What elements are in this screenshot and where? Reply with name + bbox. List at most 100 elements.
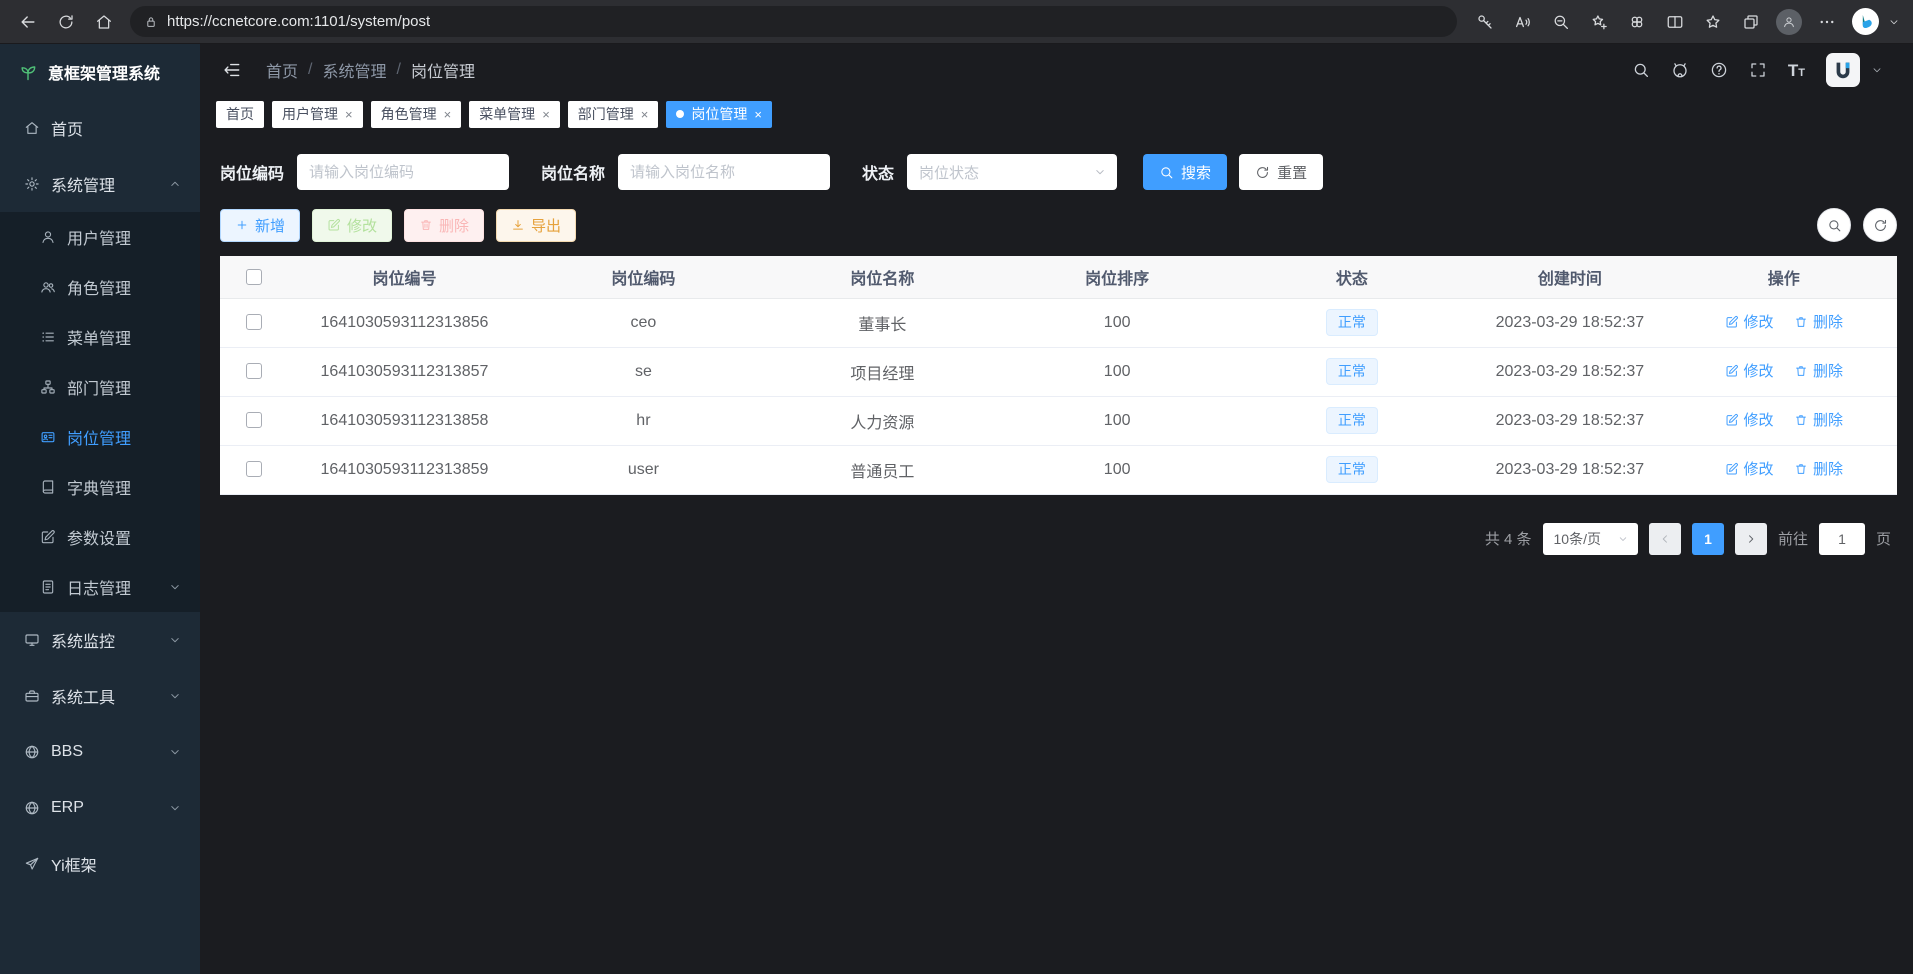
sidebar-item-roles[interactable]: 角色管理 bbox=[0, 262, 200, 312]
sidebar-toggle[interactable] bbox=[214, 53, 250, 87]
read-aloud-button[interactable] bbox=[1505, 5, 1541, 39]
sidebar-item-label: 岗位管理 bbox=[67, 425, 131, 449]
sidebar-item-home[interactable]: 首页 bbox=[0, 100, 200, 156]
sidebar-item-logs[interactable]: 日志管理 bbox=[0, 562, 200, 612]
table-row[interactable]: 1641030593112313859 user 普通员工 100 正常 202… bbox=[220, 445, 1897, 494]
tab-roles[interactable]: 角色管理 × bbox=[371, 101, 462, 128]
sidebar-item-bbs[interactable]: BBS bbox=[0, 724, 200, 780]
add-favorite-button[interactable] bbox=[1581, 5, 1617, 39]
row-delete-button[interactable]: 删除 bbox=[1794, 360, 1843, 381]
password-key-button[interactable] bbox=[1467, 5, 1503, 39]
add-button[interactable]: 新增 bbox=[220, 209, 300, 242]
collections-button[interactable] bbox=[1733, 5, 1769, 39]
post-code-input[interactable] bbox=[297, 154, 509, 190]
avatar[interactable] bbox=[1826, 53, 1860, 87]
zoom-out-button[interactable] bbox=[1543, 5, 1579, 39]
header-search-button[interactable] bbox=[1632, 61, 1650, 79]
profile-icon bbox=[1776, 9, 1802, 35]
cell-post-sort: 100 bbox=[1000, 445, 1235, 494]
row-edit-button[interactable]: 修改 bbox=[1725, 458, 1774, 479]
close-icon[interactable]: × bbox=[542, 108, 550, 121]
copilot-dropdown[interactable] bbox=[1885, 5, 1903, 39]
row-edit-button[interactable]: 修改 bbox=[1725, 311, 1774, 332]
row-delete-button[interactable]: 删除 bbox=[1794, 409, 1843, 430]
row-edit-button[interactable]: 修改 bbox=[1725, 360, 1774, 381]
help-button[interactable] bbox=[1710, 61, 1728, 79]
status-select[interactable]: 岗位状态 bbox=[907, 154, 1117, 190]
row-checkbox[interactable] bbox=[246, 461, 262, 477]
sidebar-item-tools[interactable]: 系统工具 bbox=[0, 668, 200, 724]
edit-button[interactable]: 修改 bbox=[312, 209, 392, 242]
fullscreen-button[interactable] bbox=[1749, 61, 1767, 79]
font-size-button[interactable]: TT bbox=[1788, 62, 1805, 79]
tabs-bar: 首页 用户管理 × 角色管理 × 菜单管理 × 部门管理 × 岗位管理 × bbox=[200, 96, 1913, 138]
favorites-button[interactable] bbox=[1695, 5, 1731, 39]
close-icon[interactable]: × bbox=[754, 108, 762, 121]
row-delete-button[interactable]: 删除 bbox=[1794, 311, 1843, 332]
sidebar-item-posts[interactable]: 岗位管理 bbox=[0, 412, 200, 462]
row-edit-button[interactable]: 修改 bbox=[1725, 409, 1774, 430]
filter-label: 岗位编码 bbox=[220, 160, 284, 184]
edit-icon bbox=[1725, 413, 1739, 427]
tab-home[interactable]: 首页 bbox=[216, 101, 264, 128]
show-search-button[interactable] bbox=[1817, 208, 1851, 242]
search-icon bbox=[1159, 165, 1174, 180]
close-icon[interactable]: × bbox=[641, 108, 649, 121]
sidebar-item-parameters[interactable]: 参数设置 bbox=[0, 512, 200, 562]
sidebar-item-users[interactable]: 用户管理 bbox=[0, 212, 200, 262]
prev-page-button[interactable] bbox=[1649, 523, 1681, 555]
export-button[interactable]: 导出 bbox=[496, 209, 576, 242]
sidebar-item-menus[interactable]: 菜单管理 bbox=[0, 312, 200, 362]
row-checkbox[interactable] bbox=[246, 363, 262, 379]
user-menu-caret[interactable] bbox=[1871, 64, 1883, 76]
search-button[interactable]: 搜索 bbox=[1143, 154, 1227, 190]
reload-button[interactable] bbox=[48, 5, 84, 39]
row-delete-button[interactable]: 删除 bbox=[1794, 458, 1843, 479]
github-button[interactable] bbox=[1671, 61, 1689, 79]
table-row[interactable]: 1641030593112313858 hr 人力资源 100 正常 2023-… bbox=[220, 396, 1897, 445]
active-tab-dot bbox=[676, 110, 684, 118]
page-number-button[interactable]: 1 bbox=[1692, 523, 1724, 555]
next-page-button[interactable] bbox=[1735, 523, 1767, 555]
send-icon bbox=[24, 856, 40, 872]
split-screen-button[interactable] bbox=[1657, 5, 1693, 39]
sidebar-item-yi-framework[interactable]: Yi框架 bbox=[0, 836, 200, 892]
row-checkbox[interactable] bbox=[246, 412, 262, 428]
sidebar-item-label: 日志管理 bbox=[67, 575, 131, 599]
gear-icon bbox=[24, 176, 40, 192]
close-icon[interactable]: × bbox=[345, 108, 353, 121]
refresh-table-button[interactable] bbox=[1863, 208, 1897, 242]
sidebar-item-monitor[interactable]: 系统监控 bbox=[0, 612, 200, 668]
tab-departments[interactable]: 部门管理 × bbox=[568, 101, 659, 128]
select-all-checkbox[interactable] bbox=[246, 269, 262, 285]
breadcrumb-system[interactable]: 系统管理 bbox=[322, 58, 386, 82]
sidebar-item-erp[interactable]: ERP bbox=[0, 780, 200, 836]
browser-home-button[interactable] bbox=[86, 5, 122, 39]
extensions-button[interactable] bbox=[1619, 5, 1655, 39]
address-bar[interactable]: https://ccnetcore.com:1101/system/post bbox=[130, 6, 1457, 37]
tab-posts[interactable]: 岗位管理 × bbox=[666, 101, 772, 128]
search-icon bbox=[1632, 61, 1650, 79]
sidebar-item-dictionary[interactable]: 字典管理 bbox=[0, 462, 200, 512]
reset-button[interactable]: 重置 bbox=[1239, 154, 1323, 190]
breadcrumb-home[interactable]: 首页 bbox=[266, 58, 298, 82]
export-icon bbox=[511, 218, 525, 232]
sidebar-item-system[interactable]: 系统管理 bbox=[0, 156, 200, 212]
filter-post-name: 岗位名称 bbox=[541, 154, 830, 190]
row-checkbox[interactable] bbox=[246, 314, 262, 330]
goto-page-input[interactable] bbox=[1819, 523, 1865, 555]
browser-more-button[interactable] bbox=[1809, 5, 1845, 39]
profile-button[interactable] bbox=[1771, 5, 1807, 39]
close-icon[interactable]: × bbox=[444, 108, 452, 121]
copilot-button[interactable] bbox=[1847, 5, 1883, 39]
post-name-input[interactable] bbox=[618, 154, 830, 190]
page-size-select[interactable]: 10条/页 bbox=[1543, 523, 1638, 555]
delete-button[interactable]: 删除 bbox=[404, 209, 484, 242]
sidebar-item-departments[interactable]: 部门管理 bbox=[0, 362, 200, 412]
tab-users[interactable]: 用户管理 × bbox=[272, 101, 363, 128]
back-button[interactable] bbox=[10, 5, 46, 39]
table-row[interactable]: 1641030593112313856 ceo 董事长 100 正常 2023-… bbox=[220, 298, 1897, 347]
table-row[interactable]: 1641030593112313857 se 项目经理 100 正常 2023-… bbox=[220, 347, 1897, 396]
export-button-label: 导出 bbox=[531, 215, 561, 236]
tab-menus[interactable]: 菜单管理 × bbox=[469, 101, 560, 128]
